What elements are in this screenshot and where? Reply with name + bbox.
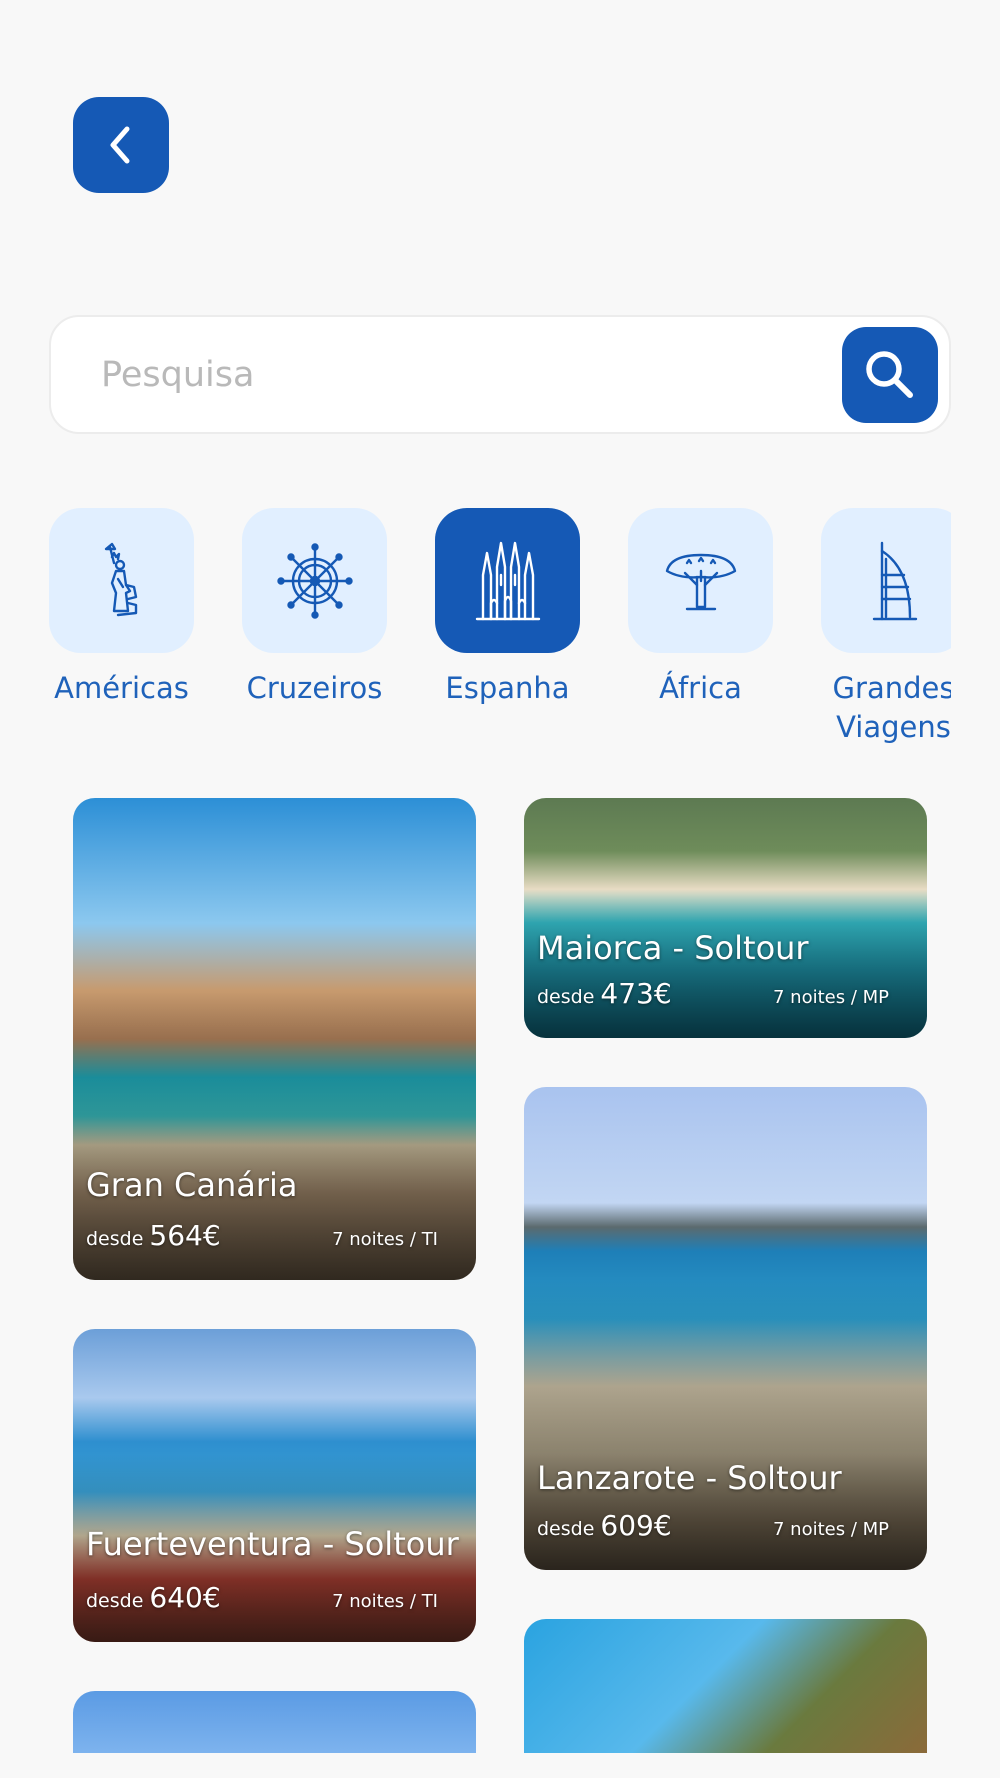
chevron-left-icon (101, 121, 141, 169)
category-tile (49, 508, 194, 653)
offer-from-label: desde (537, 986, 595, 1008)
offer-title: Maiorca - Soltour (537, 929, 809, 967)
offer-nights: 7 noites / MP (773, 1519, 889, 1540)
category-label: Espanha (445, 671, 570, 705)
offer-footer: desde 473€ 7 noites / MP (537, 977, 889, 1010)
offer-nights: 7 noites / MP (773, 987, 889, 1008)
offer-nights: 7 noites / TI (332, 1229, 438, 1250)
offer-card-partial-right[interactable] (524, 1619, 927, 1753)
offer-card-gran-canaria[interactable]: Gran Canária desde 564€ 7 noites / TI (73, 798, 476, 1280)
sagrada-familia-icon (473, 539, 543, 623)
offer-footer: desde 564€ 7 noites / TI (86, 1219, 438, 1252)
baobab-tree-icon (661, 549, 741, 613)
category-label: Américas (54, 671, 189, 705)
offer-price: 473€ (600, 977, 672, 1010)
category-tile (435, 508, 580, 653)
burj-al-arab-icon (866, 539, 922, 623)
category-label: Grandes Viagens (832, 671, 951, 744)
category-label: África (659, 671, 742, 705)
category-label: Cruzeiros (246, 671, 383, 705)
offer-price: 640€ (149, 1581, 221, 1614)
category-espanha[interactable]: Espanha (435, 508, 580, 708)
search-icon (860, 345, 920, 405)
category-strip: Américas Cruzeiros Espanha África Grande… (49, 508, 951, 748)
offer-title: Gran Canária (86, 1166, 298, 1204)
category-cruzeiros[interactable]: Cruzeiros (242, 508, 387, 708)
category-americas[interactable]: Américas (49, 508, 194, 708)
offer-title: Lanzarote - Soltour (537, 1459, 842, 1497)
offer-footer: desde 640€ 7 noites / TI (86, 1581, 438, 1614)
offer-card-lanzarote[interactable]: Lanzarote - Soltour desde 609€ 7 noites /… (524, 1087, 927, 1570)
offer-card-partial-left[interactable] (73, 1691, 476, 1753)
back-button[interactable] (73, 97, 169, 193)
category-tile (242, 508, 387, 653)
offer-price: 564€ (149, 1219, 221, 1252)
search-button[interactable] (842, 327, 938, 423)
offer-from-label: desde (86, 1590, 144, 1612)
offer-price: 609€ (600, 1509, 672, 1542)
ship-wheel-icon (276, 542, 354, 620)
category-africa[interactable]: África (628, 508, 773, 708)
offer-card-fuerteventura[interactable]: Fuerteventura - Soltour desde 640€ 7 noit… (73, 1329, 476, 1642)
category-tile (628, 508, 773, 653)
offer-footer: desde 609€ 7 noites / MP (537, 1509, 889, 1542)
search-input[interactable] (101, 347, 801, 403)
search-bar (49, 315, 951, 434)
category-grandes-viagens[interactable]: Grandes Viagens (821, 508, 951, 747)
statue-of-liberty-icon (90, 541, 154, 621)
offer-from-label: desde (537, 1518, 595, 1540)
offer-card-maiorca[interactable]: Maiorca - Soltour desde 473€ 7 noites / M… (524, 798, 927, 1038)
offer-title: Fuerteventura - Soltour (86, 1525, 459, 1563)
offer-nights: 7 noites / TI (332, 1591, 438, 1612)
category-tile (821, 508, 951, 653)
offer-from-label: desde (86, 1228, 144, 1250)
